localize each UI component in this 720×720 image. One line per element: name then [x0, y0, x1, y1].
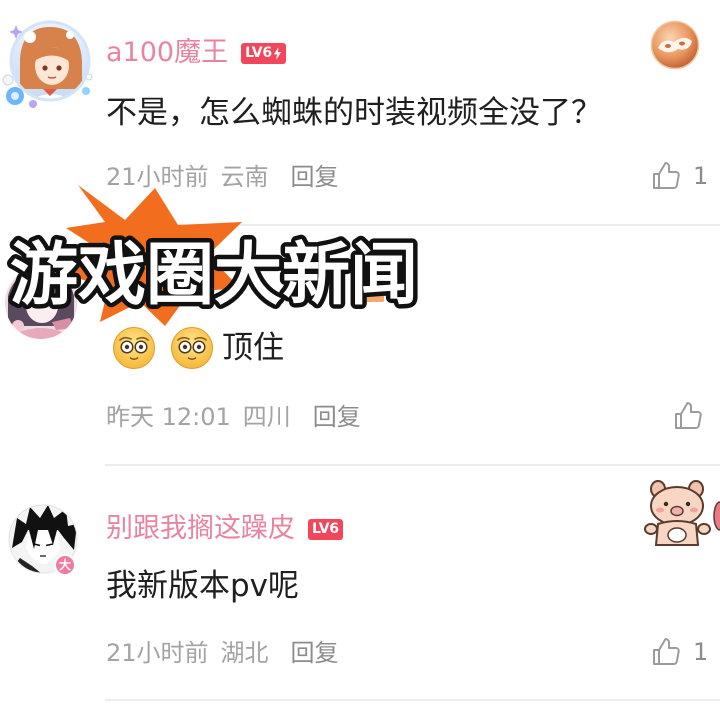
comment-meta: 21小时前 湖北 回复: [106, 637, 339, 669]
level-badge-label: LV6: [245, 44, 272, 61]
level-badge: LV6: [308, 518, 343, 540]
like-button[interactable]: [672, 400, 704, 432]
reply-button[interactable]: 回复: [291, 637, 339, 669]
username[interactable]: a100魔王: [106, 36, 228, 70]
like-count: 1: [693, 638, 709, 666]
comment-text: 我新版本pv呢: [106, 568, 300, 604]
like-button[interactable]: 1: [650, 160, 708, 192]
avatar-image: [2, 20, 93, 108]
level-badge: LV6: [241, 42, 286, 64]
comment-text: 不是，怎么蜘蛛的时装视频全没了？: [106, 95, 602, 131]
decoration-badge-icon[interactable]: [650, 20, 700, 70]
comment-3: 大 别跟我搁这躁皮 LV6 我新版本pv呢 21小时前 湖北 回复 1: [0, 466, 720, 706]
like-count: 1: [693, 162, 709, 190]
comment-location: 湖北: [220, 639, 269, 667]
lightning-icon: [273, 46, 281, 60]
user-info-row: a100魔王 LV6: [106, 36, 286, 70]
level-badge-label: LV6: [312, 520, 339, 537]
avatar-badge: 大: [54, 554, 76, 576]
pig-sticker-icon[interactable]: [644, 478, 720, 546]
comment-time: 21小时前: [106, 639, 209, 667]
user-info-row: 别跟我搁这躁皮 LV6: [106, 512, 343, 546]
thumbs-up-icon[interactable]: [650, 160, 682, 192]
reply-button[interactable]: 回复: [313, 401, 361, 433]
username[interactable]: 别跟我搁这躁皮: [106, 512, 295, 546]
divider: [105, 699, 720, 701]
comment-location: 四川: [242, 403, 291, 431]
thumbs-up-icon[interactable]: [672, 400, 704, 432]
decoration-badge-image: [650, 20, 700, 70]
avatar[interactable]: [2, 17, 94, 109]
pig-sticker-image: [644, 480, 720, 546]
headline-text: 游戏圈大新闻: [10, 236, 418, 315]
headline-overlay-graphic: 游戏圈大新闻: [6, 185, 423, 326]
thumbs-up-icon[interactable]: [650, 636, 682, 668]
comment-time: 昨天 12:01: [106, 403, 231, 431]
like-button[interactable]: 1: [650, 636, 708, 668]
headline-overlay: 游戏圈大新闻: [0, 175, 430, 335]
comment-meta: 昨天 12:01 四川 回复: [106, 401, 361, 433]
